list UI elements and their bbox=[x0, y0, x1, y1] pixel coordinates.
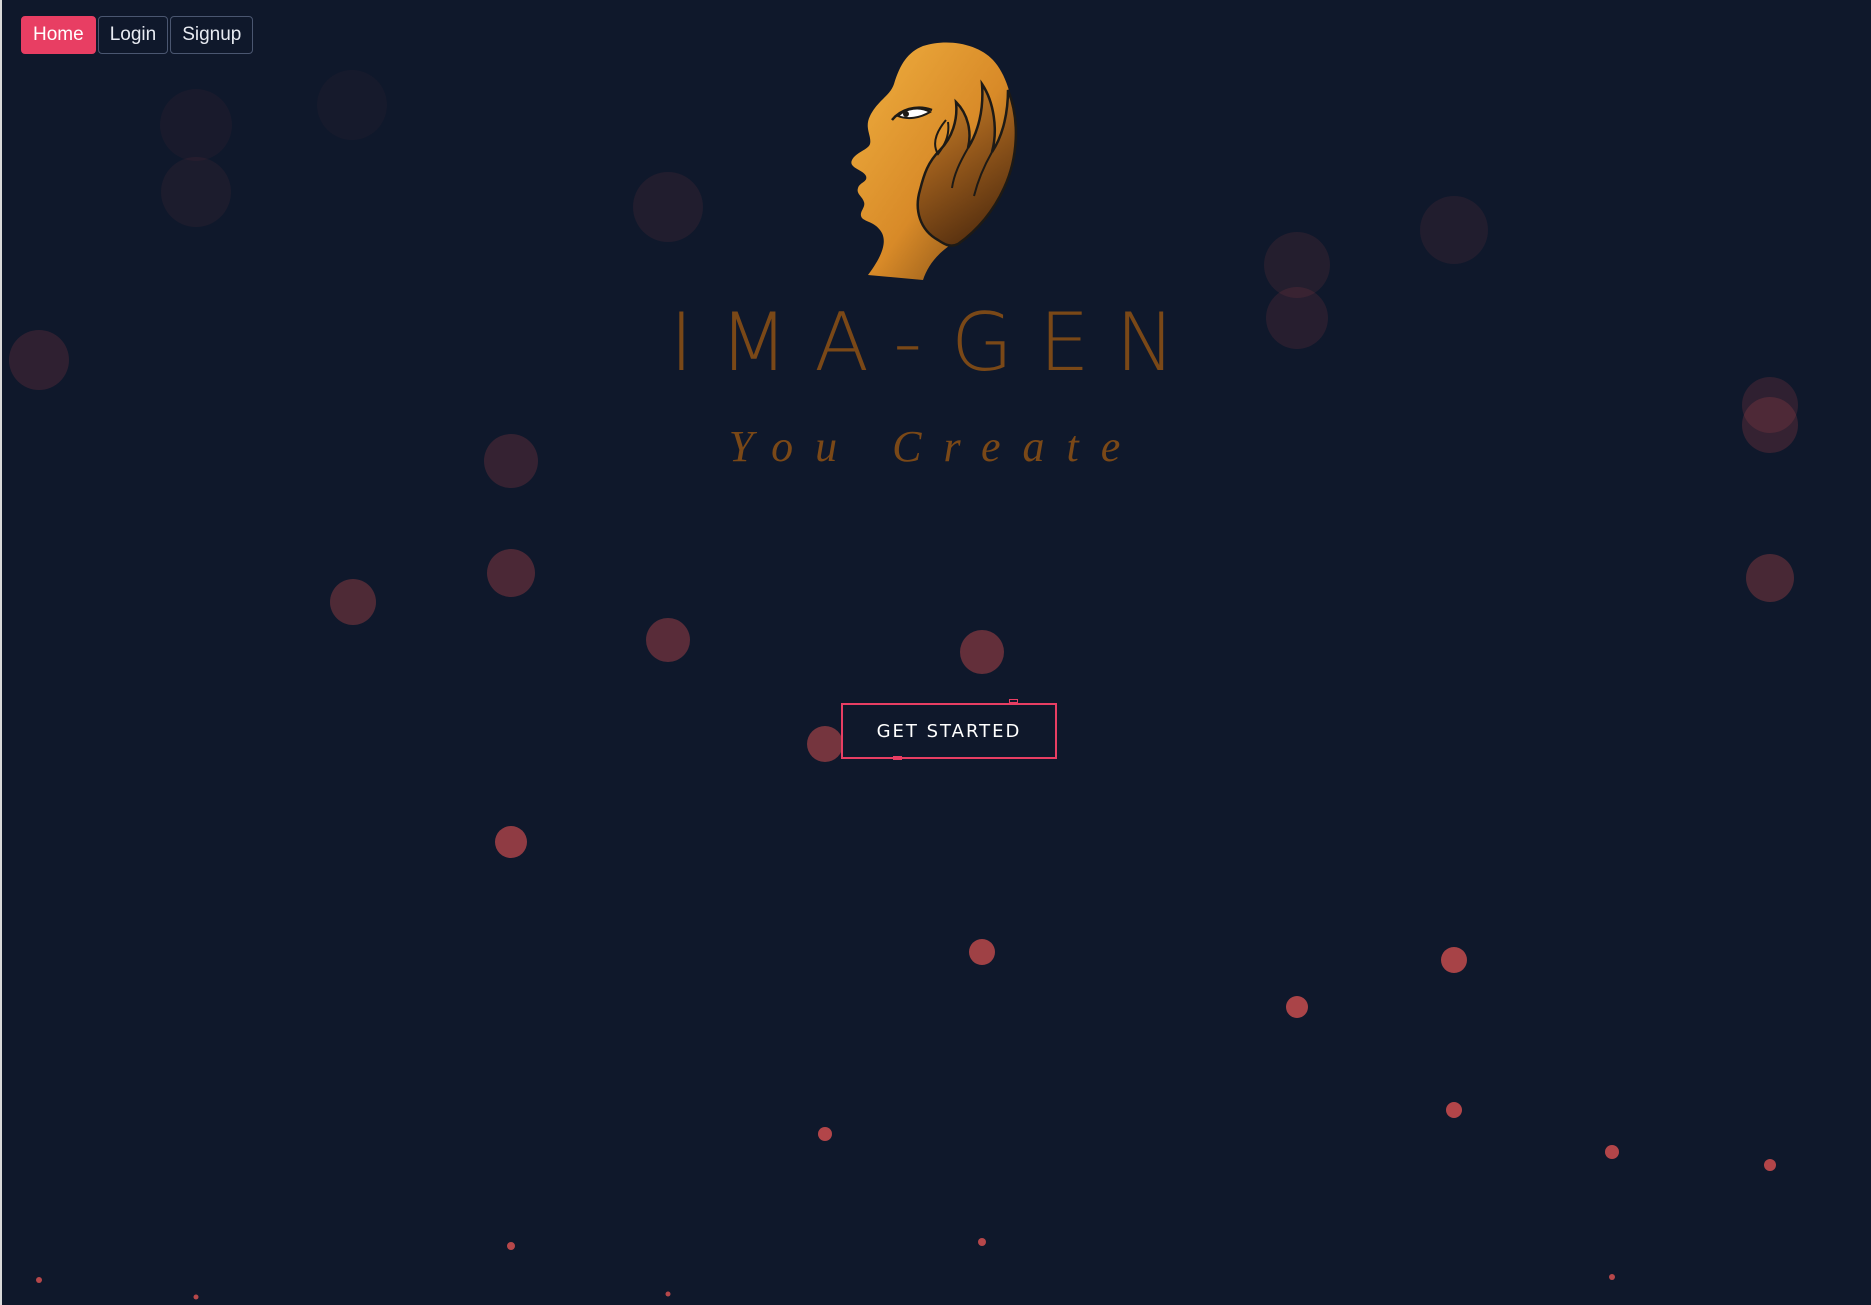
particle-dot bbox=[1286, 996, 1308, 1018]
particle-dot bbox=[330, 579, 376, 625]
particle-dot bbox=[1746, 554, 1794, 602]
particle-dot bbox=[665, 1291, 671, 1297]
particle-dot bbox=[1264, 232, 1330, 298]
particle-dot bbox=[487, 549, 535, 597]
golden-head-with-hand-icon bbox=[828, 40, 1028, 280]
particle-dot bbox=[1609, 1274, 1615, 1280]
top-nav: Home Login Signup bbox=[21, 16, 254, 54]
particle-dot bbox=[161, 157, 231, 227]
particle-dot bbox=[818, 1127, 832, 1141]
brand-title: IMA-GEN bbox=[669, 296, 1202, 389]
particle-dot bbox=[633, 172, 703, 242]
particle-dot bbox=[1605, 1145, 1619, 1159]
nav-login-button[interactable]: Login bbox=[97, 16, 169, 54]
particle-dot bbox=[969, 939, 995, 965]
particle-dot bbox=[317, 70, 387, 140]
nav-signup-button[interactable]: Signup bbox=[170, 16, 254, 54]
get-started-button[interactable]: GET STARTED bbox=[841, 703, 1057, 759]
particle-dot bbox=[495, 826, 527, 858]
particle-dot bbox=[1446, 1102, 1462, 1118]
particle-dot bbox=[160, 89, 232, 161]
landing-page: Home Login Signup IMA-GEN You Create GET… bbox=[0, 0, 1871, 1305]
particle-dot bbox=[1764, 1159, 1776, 1171]
particle-dot bbox=[36, 1277, 42, 1283]
particle-dot bbox=[978, 1238, 986, 1246]
brand-tagline: You Create bbox=[728, 422, 1143, 471]
particle-dot bbox=[807, 726, 843, 762]
particle-dot bbox=[507, 1242, 515, 1250]
particle-dot bbox=[960, 630, 1004, 674]
particle-dot bbox=[193, 1294, 199, 1300]
window-left-edge bbox=[0, 0, 2, 1305]
particle-dot bbox=[1420, 196, 1488, 264]
nav-home-button[interactable]: Home bbox=[21, 16, 96, 54]
particle-dot bbox=[646, 618, 690, 662]
particle-dot bbox=[1441, 947, 1467, 973]
